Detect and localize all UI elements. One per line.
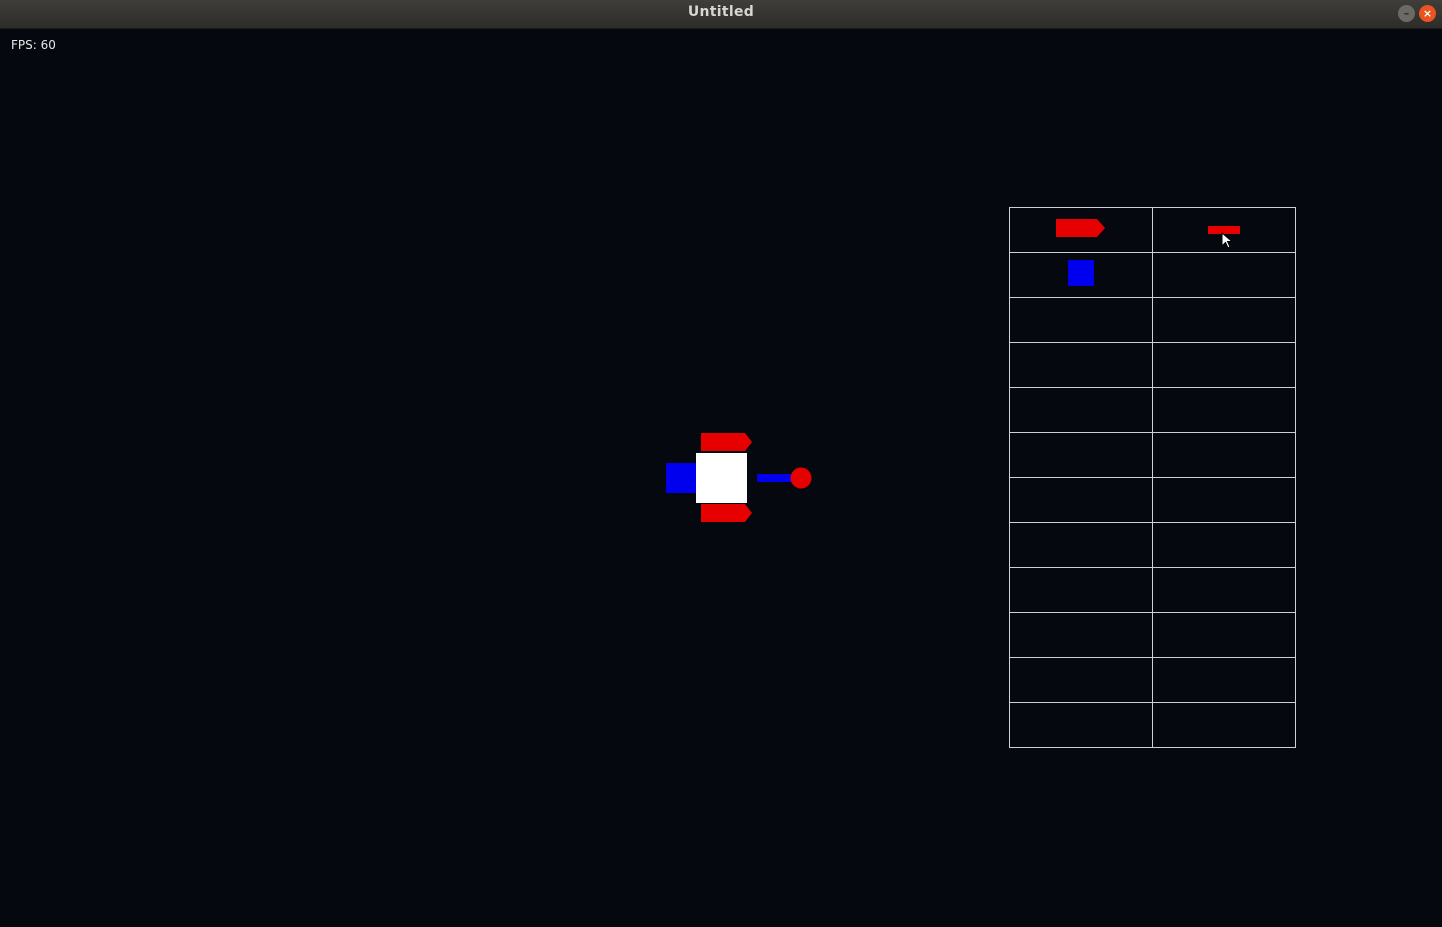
inventory-slot[interactable] — [1152, 252, 1296, 298]
ship-core — [696, 453, 747, 503]
inventory-slot[interactable] — [1009, 387, 1153, 433]
inventory-slot[interactable] — [1152, 342, 1296, 388]
ship-top-thruster — [701, 433, 752, 451]
inventory-slot[interactable] — [1152, 657, 1296, 703]
inventory-row — [1009, 522, 1296, 568]
inventory-row — [1009, 297, 1296, 343]
window-title: Untitled — [687, 4, 755, 20]
inventory-row — [1009, 207, 1296, 253]
inventory-slot[interactable] — [1009, 522, 1153, 568]
red-arrow-part-icon[interactable] — [1055, 217, 1107, 239]
inventory-row — [1009, 387, 1296, 433]
inventory-slot[interactable] — [1152, 387, 1296, 433]
close-icon[interactable]: × — [1419, 5, 1436, 22]
inventory-slot[interactable] — [1009, 612, 1153, 658]
inventory-slot[interactable] — [1152, 567, 1296, 613]
inventory-row — [1009, 702, 1296, 748]
inventory-row — [1009, 477, 1296, 523]
fps-counter: FPS: 60 — [11, 38, 56, 52]
ship-orb — [790, 467, 812, 489]
ship-bottom-thruster — [701, 504, 752, 522]
inventory-slot[interactable] — [1009, 477, 1153, 523]
inventory-slot[interactable] — [1152, 477, 1296, 523]
inventory-slot[interactable] — [1152, 297, 1296, 343]
inventory-slot[interactable] — [1009, 207, 1153, 253]
inventory-slot[interactable] — [1009, 567, 1153, 613]
mouse-cursor-icon — [1221, 232, 1234, 249]
inventory-slot[interactable] — [1009, 702, 1153, 748]
inventory-row — [1009, 567, 1296, 613]
inventory-slot[interactable] — [1152, 522, 1296, 568]
ship-rear-block — [666, 463, 698, 493]
inventory-slot[interactable] — [1009, 252, 1153, 298]
inventory-row — [1009, 252, 1296, 298]
inventory-row — [1009, 342, 1296, 388]
blue-square-part-icon[interactable] — [1067, 259, 1095, 287]
inventory-slot[interactable] — [1009, 342, 1153, 388]
inventory-slot[interactable] — [1009, 657, 1153, 703]
inventory-row — [1009, 432, 1296, 478]
inventory-grid — [1009, 207, 1296, 748]
inventory-slot[interactable] — [1152, 612, 1296, 658]
minimize-icon[interactable]: – — [1398, 5, 1415, 22]
inventory-slot[interactable] — [1009, 297, 1153, 343]
player-ship — [666, 433, 812, 522]
window-titlebar[interactable]: Untitled – × — [0, 0, 1442, 29]
ship-arm — [757, 474, 793, 482]
inventory-row — [1009, 612, 1296, 658]
inventory-slot[interactable] — [1009, 432, 1153, 478]
inventory-slot[interactable] — [1152, 702, 1296, 748]
inventory-row — [1009, 657, 1296, 703]
inventory-slot[interactable] — [1152, 432, 1296, 478]
